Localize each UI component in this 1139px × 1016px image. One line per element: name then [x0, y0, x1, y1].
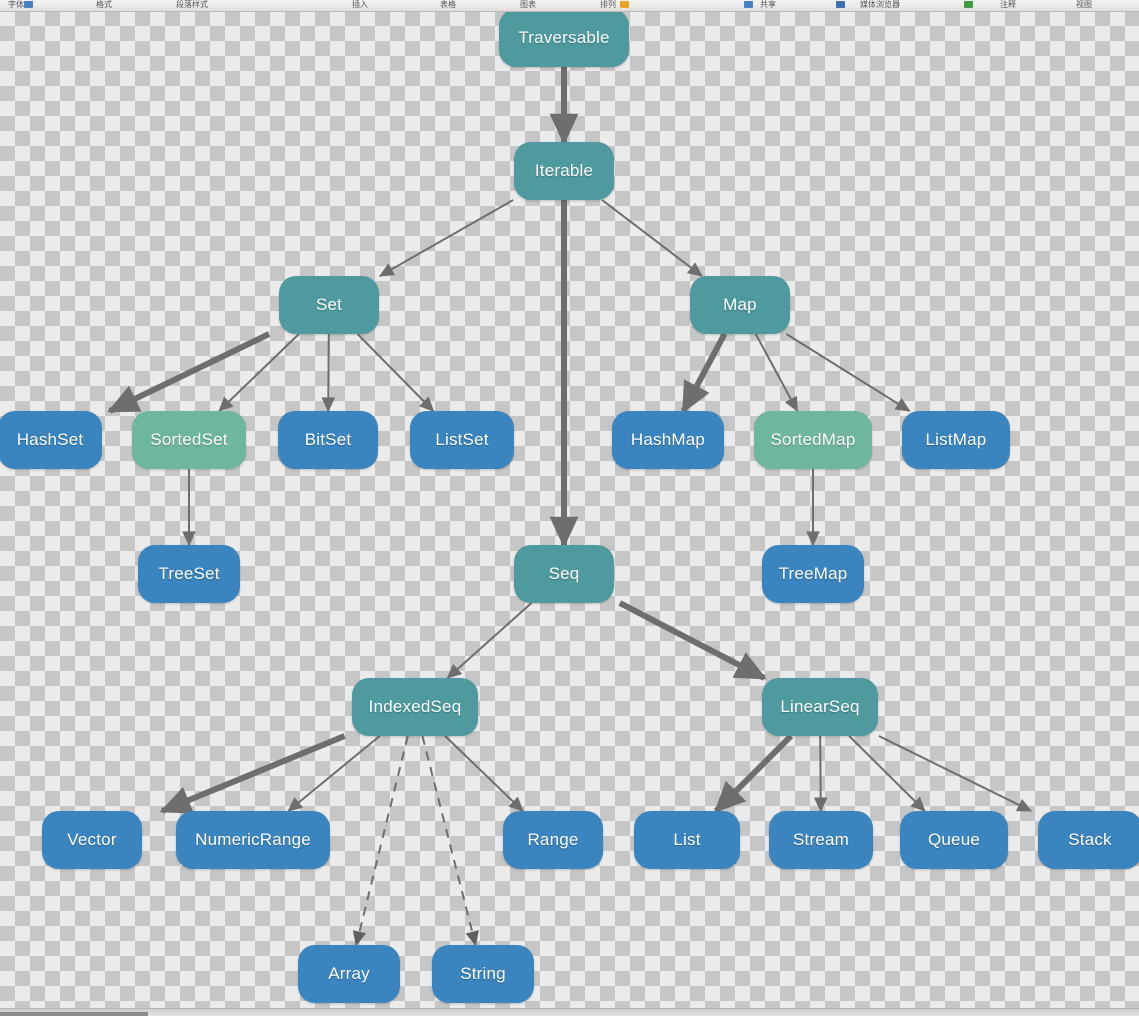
node-label: Seq [548, 564, 580, 583]
edge-map-to-listmap [785, 333, 911, 412]
node-map[interactable]: Map [690, 276, 790, 334]
toolbar-label-5[interactable]: 图表 [520, 0, 536, 9]
edge-map-to-sortedmap [754, 333, 799, 413]
edge-set-to-hashset [107, 331, 271, 414]
diagram-window: 字体 格式 段落样式 插入 表格 图表 排列 共享 媒体浏览器 注释 视图 Traversable I… [0, 0, 1139, 1016]
node-label: LinearSeq [780, 697, 860, 716]
node-label: TreeMap [778, 564, 848, 583]
app-toolbar-top[interactable]: 字体 格式 段落样式 插入 表格 图表 排列 共享 媒体浏览器 注释 视图 [0, 0, 1139, 12]
node-label: IndexedSeq [368, 697, 462, 716]
node-label: Stack [1068, 830, 1112, 849]
toolbar-icon-2[interactable] [836, 1, 845, 8]
diagram-canvas[interactable]: Traversable Iterable Set Map HashSet SortedSe… [0, 11, 1139, 1008]
edge-map-to-hashmap [680, 332, 728, 414]
edge-indexedseq-to-range [444, 735, 524, 812]
node-label: SortedSet [150, 430, 228, 449]
node-label: String [460, 964, 506, 983]
node-numericrange[interactable]: NumericRange [176, 811, 330, 869]
edge-set-to-listset [356, 333, 435, 412]
toolbar-bottom-segment [0, 1012, 148, 1016]
node-label: Traversable [518, 28, 610, 47]
app-toolbar-bottom[interactable] [0, 1008, 1139, 1016]
node-label: ListMap [925, 430, 987, 449]
node-hashmap[interactable]: HashMap [612, 411, 724, 469]
edge-indexedseq-to-numericrange [287, 735, 381, 812]
node-label: Iterable [534, 161, 594, 180]
node-vector[interactable]: Vector [42, 811, 142, 869]
node-list[interactable]: List [634, 811, 740, 869]
toolbar-label-0[interactable]: 字体 [8, 0, 24, 9]
edge-seq-to-linearseq [618, 600, 767, 681]
toolbar-label-4[interactable]: 表格 [440, 0, 456, 9]
edge-linearseq-to-list [713, 733, 794, 814]
node-label: BitSet [304, 430, 352, 449]
toolbar-label-2[interactable]: 段落样式 [176, 0, 208, 9]
edge-set-to-bitset [321, 333, 336, 413]
node-bitset[interactable]: BitSet [278, 411, 378, 469]
node-string[interactable]: String [432, 945, 534, 1003]
toolbar-label-1[interactable]: 格式 [96, 0, 112, 9]
toolbar-icon-3[interactable] [964, 1, 973, 8]
node-traversable[interactable]: Traversable [499, 11, 629, 67]
edge-linearseq-to-stream [813, 735, 828, 813]
node-hashset[interactable]: HashSet [0, 411, 102, 469]
node-label: Vector [67, 830, 117, 849]
toolbar-icon-4[interactable] [620, 1, 629, 8]
node-stack[interactable]: Stack [1038, 811, 1139, 869]
edge-iterable-to-set [378, 199, 514, 277]
node-sortedset[interactable]: SortedSet [132, 411, 246, 469]
node-label: NumericRange [195, 830, 311, 849]
node-label: Range [527, 830, 579, 849]
node-label: Array [328, 964, 370, 983]
node-label: List [673, 830, 701, 849]
toolbar-label-3[interactable]: 插入 [352, 0, 368, 9]
node-seq[interactable]: Seq [514, 545, 614, 603]
edge-iterable-to-map [601, 199, 703, 277]
node-treeset[interactable]: TreeSet [138, 545, 240, 603]
node-stream[interactable]: Stream [769, 811, 873, 869]
toolbar-icon-1[interactable] [744, 1, 753, 8]
node-label: ListSet [435, 430, 489, 449]
toolbar-label-9[interactable]: 注释 [1000, 0, 1016, 9]
toolbar-label-7[interactable]: 共享 [760, 0, 776, 9]
edge-indexedseq-to-vector [159, 733, 346, 814]
node-label: HashMap [630, 430, 706, 449]
edge-linearseq-to-queue [848, 735, 926, 812]
node-queue[interactable]: Queue [900, 811, 1008, 869]
node-linearseq[interactable]: LinearSeq [762, 678, 878, 736]
edge-linearseq-to-stack [878, 735, 1033, 812]
node-listmap[interactable]: ListMap [902, 411, 1010, 469]
node-set[interactable]: Set [279, 276, 379, 334]
node-sortedmap[interactable]: SortedMap [754, 411, 872, 469]
edge-indexedseq-to-array [352, 735, 409, 947]
toolbar-label-8[interactable]: 媒体浏览器 [860, 0, 900, 9]
node-label: SortedMap [770, 430, 856, 449]
node-iterable[interactable]: Iterable [514, 142, 614, 200]
node-array[interactable]: Array [298, 945, 400, 1003]
node-label: Stream [793, 830, 849, 849]
node-label: Queue [927, 830, 981, 849]
node-label: Set [315, 295, 343, 314]
node-label: Map [723, 295, 757, 314]
toolbar-icon-0[interactable] [24, 1, 33, 8]
node-listset[interactable]: ListSet [410, 411, 514, 469]
edge-indexedseq-to-string [421, 735, 479, 947]
edge-seq-to-indexedseq [446, 602, 533, 679]
node-treemap[interactable]: TreeMap [762, 545, 864, 603]
toolbar-label-10[interactable]: 视图 [1076, 0, 1092, 9]
node-range[interactable]: Range [503, 811, 603, 869]
edge-set-to-sortedset [218, 333, 300, 412]
node-label: TreeSet [158, 564, 220, 583]
node-indexedseq[interactable]: IndexedSeq [352, 678, 478, 736]
toolbar-label-6[interactable]: 排列 [600, 0, 616, 9]
node-label: HashSet [16, 430, 84, 449]
